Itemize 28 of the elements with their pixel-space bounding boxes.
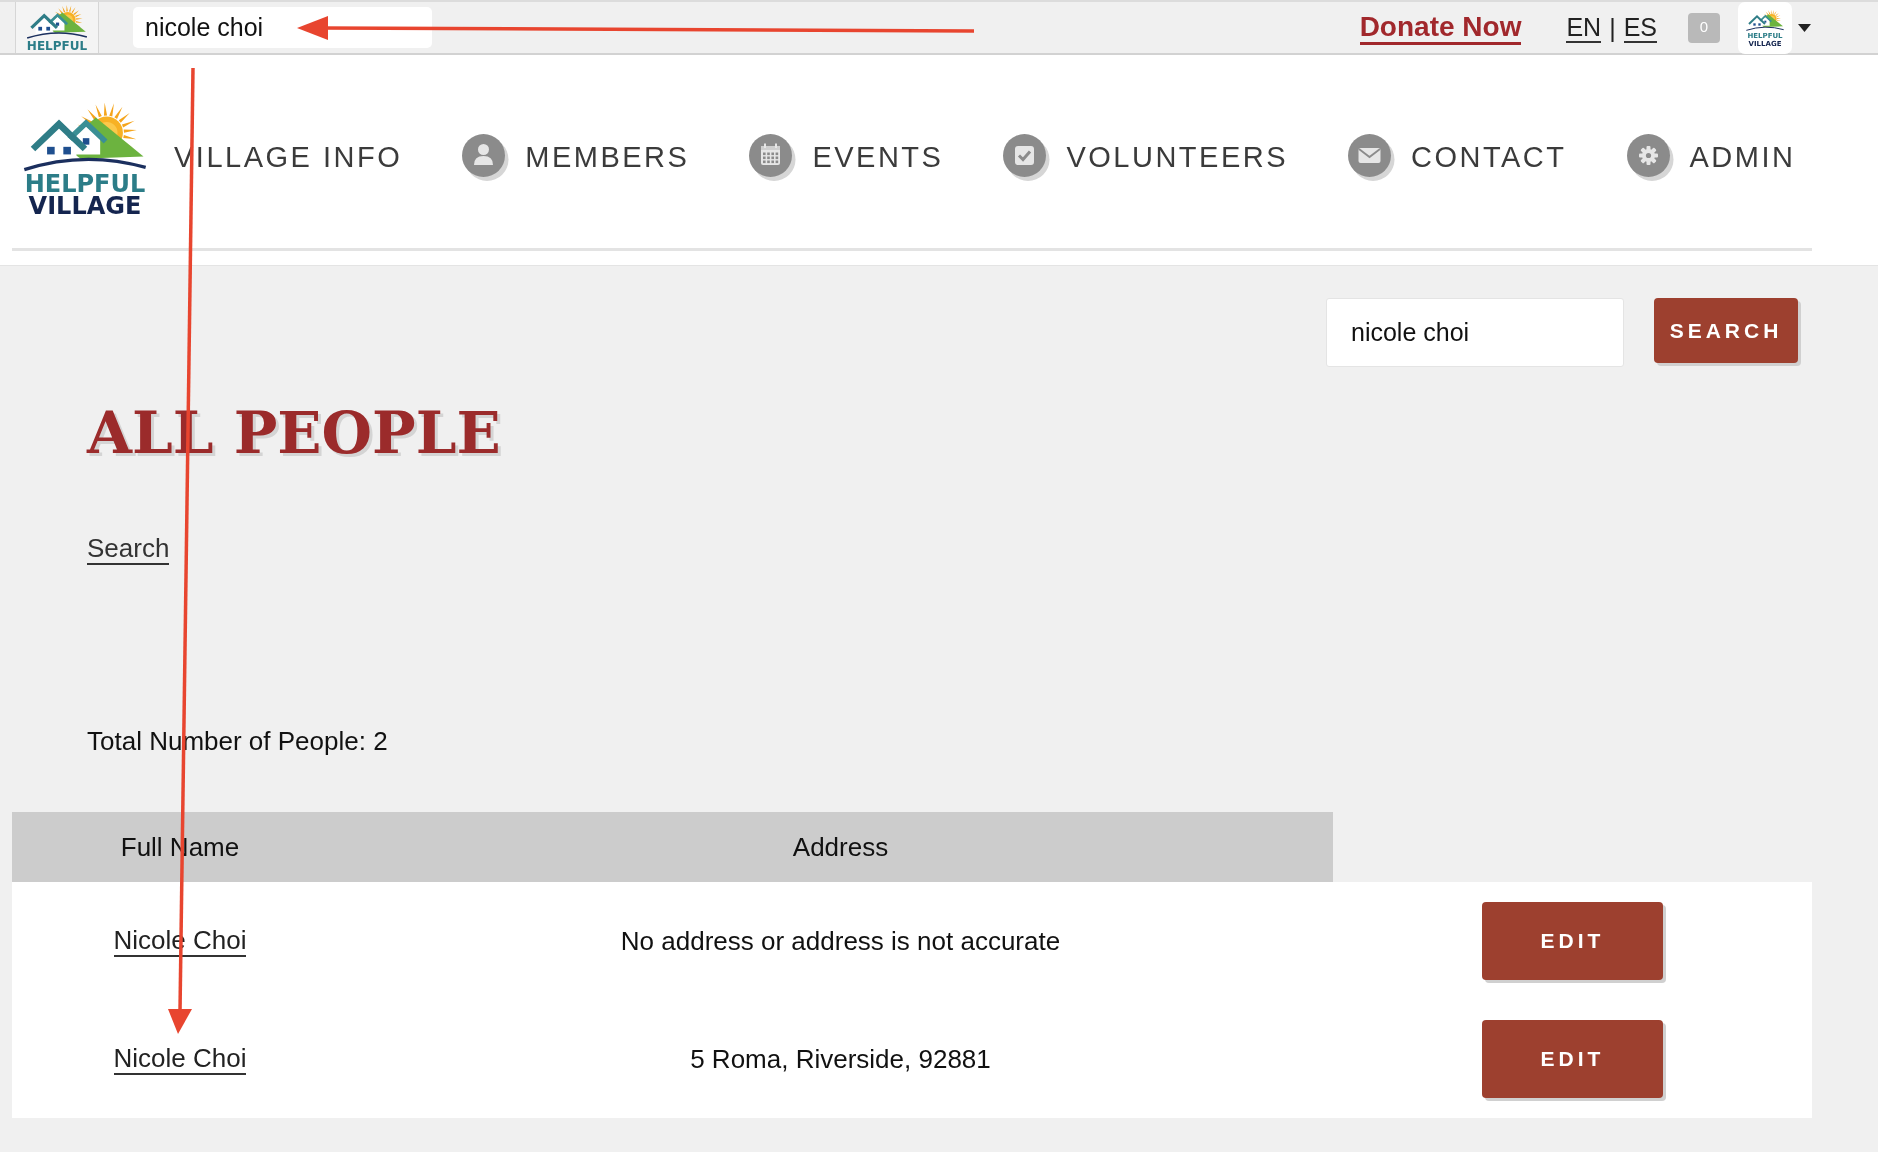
nav-link[interactable]: EVENTS (749, 134, 944, 181)
person-icon (462, 134, 510, 181)
address-text: 5 Roma, Riverside, 92881 (690, 1044, 991, 1074)
column-header: Address (348, 812, 1333, 882)
envelope-icon (1348, 134, 1395, 181)
nav-link[interactable]: VOLUNTEERS (1003, 134, 1288, 181)
language-separator: | (1609, 13, 1616, 42)
search-button[interactable]: SEARCH (1654, 298, 1798, 363)
settings-icon (1626, 134, 1674, 181)
home-logo-link[interactable]: HELPFUL (15, 2, 99, 53)
calendar-icon (749, 134, 797, 181)
donate-link[interactable]: Donate Now (1359, 10, 1522, 45)
search-link[interactable]: Search (87, 533, 170, 565)
language-link[interactable]: ES (1623, 12, 1657, 43)
edit-button[interactable]: EDIT (1482, 902, 1663, 980)
caret-down-icon[interactable] (1798, 23, 1811, 32)
checkmark-icon (1003, 134, 1051, 181)
home-logo-link[interactable]: HELPFUL VILLAGE (14, 98, 156, 217)
person-name-link[interactable]: Nicole Choi (113, 1043, 247, 1075)
language-link[interactable]: EN (1566, 12, 1602, 43)
search-field[interactable]: nicole choi (133, 7, 432, 48)
edit-button[interactable]: EDIT (1482, 1020, 1663, 1098)
nav-link[interactable]: CONTACT (1348, 134, 1567, 181)
nav-link[interactable]: MEMBERS (462, 134, 690, 181)
address-text: No address or address is not accurate (620, 926, 1061, 956)
search-field[interactable]: nicole choi (1326, 298, 1624, 367)
notification-count: 0 (1688, 12, 1720, 43)
nav-link[interactable]: ADMIN (1626, 134, 1796, 181)
